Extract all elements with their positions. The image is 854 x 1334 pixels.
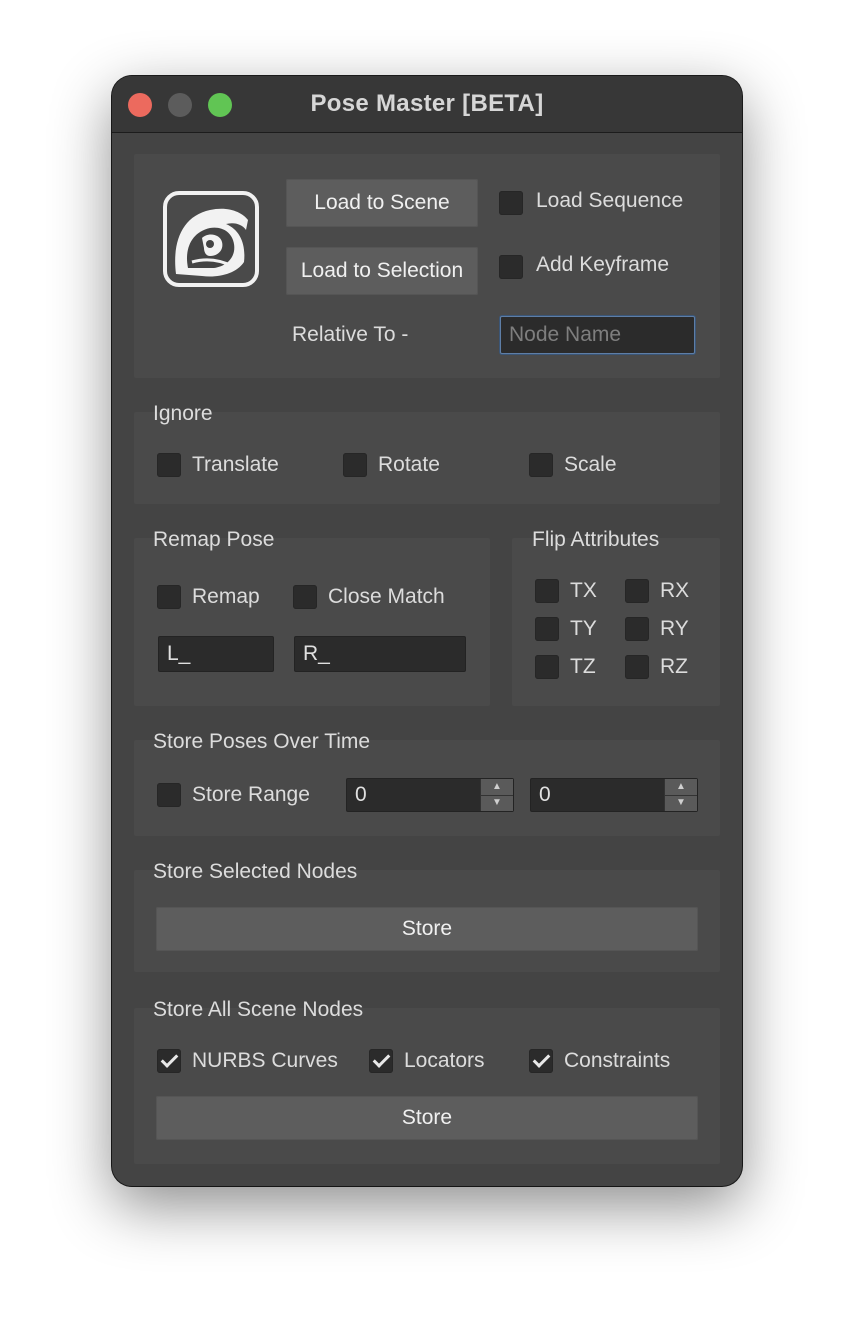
pose-master-window: Pose Master [BETA] Load to Scene Load to… — [112, 76, 742, 1186]
store-all-scene-nodes-heading: Store All Scene Nodes — [153, 998, 364, 1021]
range-end-spinner[interactable]: ▲ ▼ — [664, 779, 697, 811]
remap-checkbox[interactable] — [157, 585, 181, 609]
constraints-checkbox[interactable] — [529, 1049, 553, 1073]
store-selected-button[interactable]: Store — [156, 907, 698, 951]
store-range-label: Store Range — [192, 783, 310, 806]
load-sequence-label: Load Sequence — [536, 189, 684, 212]
node-name-field[interactable]: Node Name — [500, 316, 695, 354]
ignore-translate-label: Translate — [192, 453, 279, 476]
nurbs-curves-checkbox[interactable] — [157, 1049, 181, 1073]
title-bar: Pose Master [BETA] — [112, 76, 742, 133]
ignore-scale-checkbox[interactable] — [529, 453, 553, 477]
flip-ry-checkbox[interactable] — [625, 617, 649, 641]
flip-ty-checkbox[interactable] — [535, 617, 559, 641]
flip-rx-label: RX — [660, 579, 690, 602]
store-all-button[interactable]: Store — [156, 1096, 698, 1140]
locators-checkbox[interactable] — [369, 1049, 393, 1073]
ignore-translate-checkbox[interactable] — [157, 453, 181, 477]
ignore-rotate-label: Rotate — [378, 453, 440, 476]
flip-tz-label: TZ — [570, 655, 596, 678]
store-range-checkbox[interactable] — [157, 783, 181, 807]
remap-pose-panel — [134, 538, 490, 706]
flip-tz-checkbox[interactable] — [535, 655, 559, 679]
flip-attributes-heading: Flip Attributes — [532, 528, 660, 551]
store-all-scene-nodes-panel — [134, 1008, 720, 1164]
load-sequence-checkbox[interactable] — [499, 191, 523, 215]
ignore-rotate-checkbox[interactable] — [343, 453, 367, 477]
load-to-selection-button[interactable]: Load to Selection — [286, 247, 478, 295]
spin-down-icon[interactable]: ▼ — [481, 796, 513, 812]
add-keyframe-checkbox[interactable] — [499, 255, 523, 279]
remap-left-prefix-field[interactable]: L_ — [158, 636, 274, 672]
flip-ry-label: RY — [660, 617, 689, 640]
range-start-spinner[interactable]: ▲ ▼ — [480, 779, 513, 811]
locators-label: Locators — [404, 1049, 485, 1072]
remap-label: Remap — [192, 585, 260, 608]
constraints-label: Constraints — [564, 1049, 671, 1072]
ignore-scale-label: Scale — [564, 453, 617, 476]
spin-down-icon[interactable]: ▼ — [665, 796, 697, 812]
remap-right-prefix-field[interactable]: R_ — [294, 636, 466, 672]
window-title: Pose Master [BETA] — [310, 90, 544, 117]
relative-to-label: Relative To - — [292, 323, 409, 346]
flip-tx-checkbox[interactable] — [535, 579, 559, 603]
load-to-scene-button[interactable]: Load to Scene — [286, 179, 478, 227]
ignore-heading: Ignore — [153, 402, 213, 425]
flip-rz-label: RZ — [660, 655, 688, 678]
flip-tx-label: TX — [570, 579, 597, 602]
flip-ty-label: TY — [570, 617, 597, 640]
remap-pose-heading: Remap Pose — [153, 528, 275, 551]
store-poses-over-time-heading: Store Poses Over Time — [153, 730, 371, 753]
pose-master-logo-icon — [163, 191, 259, 287]
flip-rx-checkbox[interactable] — [625, 579, 649, 603]
flip-rz-checkbox[interactable] — [625, 655, 649, 679]
spin-up-icon[interactable]: ▲ — [481, 779, 513, 796]
spin-up-icon[interactable]: ▲ — [665, 779, 697, 796]
nurbs-curves-label: NURBS Curves — [192, 1049, 338, 1072]
add-keyframe-label: Add Keyframe — [536, 253, 670, 276]
store-selected-nodes-heading: Store Selected Nodes — [153, 860, 358, 883]
close-match-checkbox[interactable] — [293, 585, 317, 609]
close-match-label: Close Match — [328, 585, 445, 608]
